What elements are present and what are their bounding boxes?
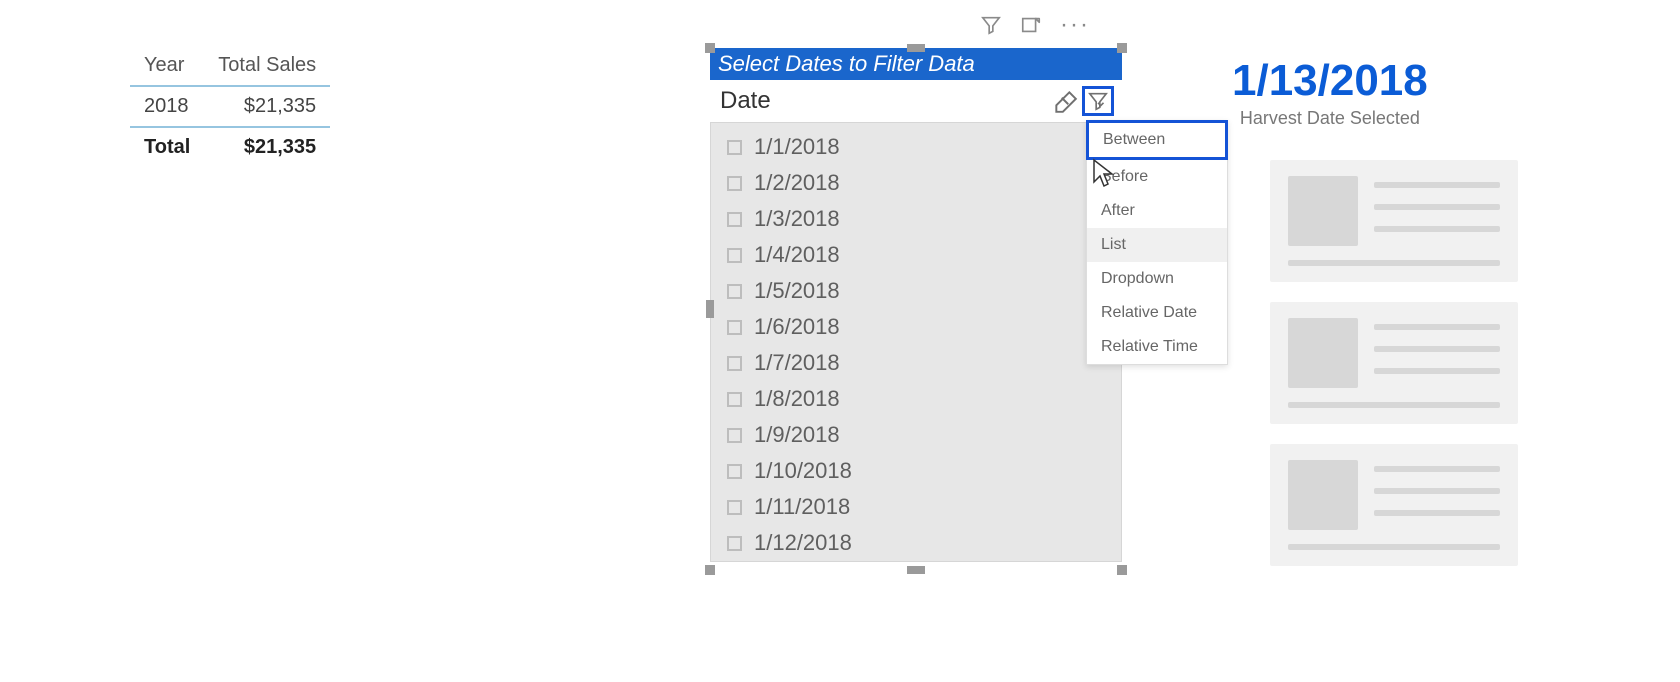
slicer-item[interactable]: 1/5/2018: [711, 273, 1121, 309]
dropdown-item-relative-time[interactable]: Relative Time: [1087, 330, 1227, 364]
slicer-type-dropdown: BetweenBeforeAfterListDropdownRelative D…: [1086, 120, 1228, 365]
placeholder-list: [1270, 160, 1518, 566]
dropdown-item-between[interactable]: Between: [1086, 120, 1228, 160]
slicer-item[interactable]: 1/6/2018: [711, 309, 1121, 345]
total-value: $21,335: [204, 127, 330, 167]
card-value: 1/13/2018: [1232, 56, 1428, 106]
slicer-item-label: 1/11/2018: [754, 494, 850, 520]
dropdown-item-relative-date[interactable]: Relative Date: [1087, 296, 1227, 330]
cursor-icon: [1092, 158, 1116, 188]
slicer-list[interactable]: 1/1/2018 1/2/2018 1/3/2018 1/4/2018 1/5/2018…: [710, 122, 1122, 562]
checkbox-icon[interactable]: [727, 428, 742, 443]
checkbox-icon[interactable]: [727, 392, 742, 407]
filter-icon[interactable]: [980, 14, 1002, 36]
checkbox-icon[interactable]: [727, 212, 742, 227]
slicer-item-label: 1/10/2018: [754, 458, 852, 484]
table-header-year[interactable]: Year: [130, 50, 204, 86]
slicer-item[interactable]: 1/13/2018: [711, 561, 1121, 562]
total-label: Total: [130, 127, 204, 167]
slicer-item-label: 1/9/2018: [754, 422, 840, 448]
resize-handle[interactable]: [705, 565, 715, 575]
table-row[interactable]: 2018 $21,335: [130, 86, 330, 127]
dropdown-item-list[interactable]: List: [1087, 228, 1227, 262]
checkbox-icon[interactable]: [727, 176, 742, 191]
resize-handle[interactable]: [907, 566, 925, 574]
slicer-item-label: 1/8/2018: [754, 386, 840, 412]
placeholder-item: [1270, 444, 1518, 566]
slicer-item[interactable]: 1/1/2018: [711, 129, 1121, 165]
resize-handle[interactable]: [706, 300, 714, 318]
checkbox-icon[interactable]: [727, 464, 742, 479]
table-visual: Year Total Sales 2018 $21,335 Total $21,…: [130, 50, 330, 167]
resize-handle[interactable]: [907, 44, 925, 52]
slicer-item[interactable]: 1/3/2018: [711, 201, 1121, 237]
resize-handle[interactable]: [1117, 43, 1127, 53]
slicer-item[interactable]: 1/4/2018: [711, 237, 1121, 273]
placeholder-thumb: [1288, 318, 1358, 388]
slicer-item[interactable]: 1/10/2018: [711, 453, 1121, 489]
focus-mode-icon[interactable]: [1020, 14, 1042, 36]
slicer-item-label: 1/2/2018: [754, 170, 840, 196]
checkbox-icon[interactable]: [727, 356, 742, 371]
dropdown-item-after[interactable]: After: [1087, 194, 1227, 228]
checkbox-icon[interactable]: [727, 248, 742, 263]
slicer-item[interactable]: 1/8/2018: [711, 381, 1121, 417]
checkbox-icon[interactable]: [727, 536, 742, 551]
slicer-item[interactable]: 1/9/2018: [711, 417, 1121, 453]
slicer-type-button[interactable]: [1082, 86, 1114, 116]
table-header-totalsales[interactable]: Total Sales: [204, 50, 330, 86]
eraser-icon[interactable]: [1052, 88, 1078, 114]
slicer-item[interactable]: 1/11/2018: [711, 489, 1121, 525]
more-options-icon[interactable]: ···: [1060, 14, 1090, 36]
slicer-item-label: 1/7/2018: [754, 350, 840, 376]
resize-handle[interactable]: [705, 43, 715, 53]
table-total-row: Total $21,335: [130, 127, 330, 167]
slicer-item-label: 1/3/2018: [754, 206, 840, 232]
checkbox-icon[interactable]: [727, 284, 742, 299]
slicer-visual[interactable]: Select Dates to Filter Data Date 1/1/201…: [710, 48, 1122, 570]
dropdown-item-dropdown[interactable]: Dropdown: [1087, 262, 1227, 296]
cell-sales: $21,335: [204, 86, 330, 127]
slicer-item[interactable]: 1/2/2018: [711, 165, 1121, 201]
card-label: Harvest Date Selected: [1232, 108, 1428, 129]
placeholder-thumb: [1288, 176, 1358, 246]
chevron-down-icon: [1087, 90, 1109, 112]
checkbox-icon[interactable]: [727, 140, 742, 155]
slicer-header: Date: [710, 80, 1122, 122]
card-visual: 1/13/2018 Harvest Date Selected: [1232, 56, 1428, 129]
cell-year: 2018: [130, 86, 204, 127]
slicer-item[interactable]: 1/7/2018: [711, 345, 1121, 381]
slicer-title: Select Dates to Filter Data: [710, 48, 1122, 80]
checkbox-icon[interactable]: [727, 500, 742, 515]
slicer-item-label: 1/6/2018: [754, 314, 840, 340]
slicer-item-label: 1/12/2018: [754, 530, 852, 556]
placeholder-thumb: [1288, 460, 1358, 530]
slicer-item[interactable]: 1/12/2018: [711, 525, 1121, 561]
placeholder-item: [1270, 160, 1518, 282]
visual-header: ···: [980, 14, 1090, 36]
placeholder-item: [1270, 302, 1518, 424]
resize-handle[interactable]: [1117, 565, 1127, 575]
slicer-item-label: 1/1/2018: [754, 134, 840, 160]
slicer-item-label: 1/5/2018: [754, 278, 840, 304]
slicer-field-label: Date: [720, 87, 771, 115]
checkbox-icon[interactable]: [727, 320, 742, 335]
slicer-item-label: 1/4/2018: [754, 242, 840, 268]
